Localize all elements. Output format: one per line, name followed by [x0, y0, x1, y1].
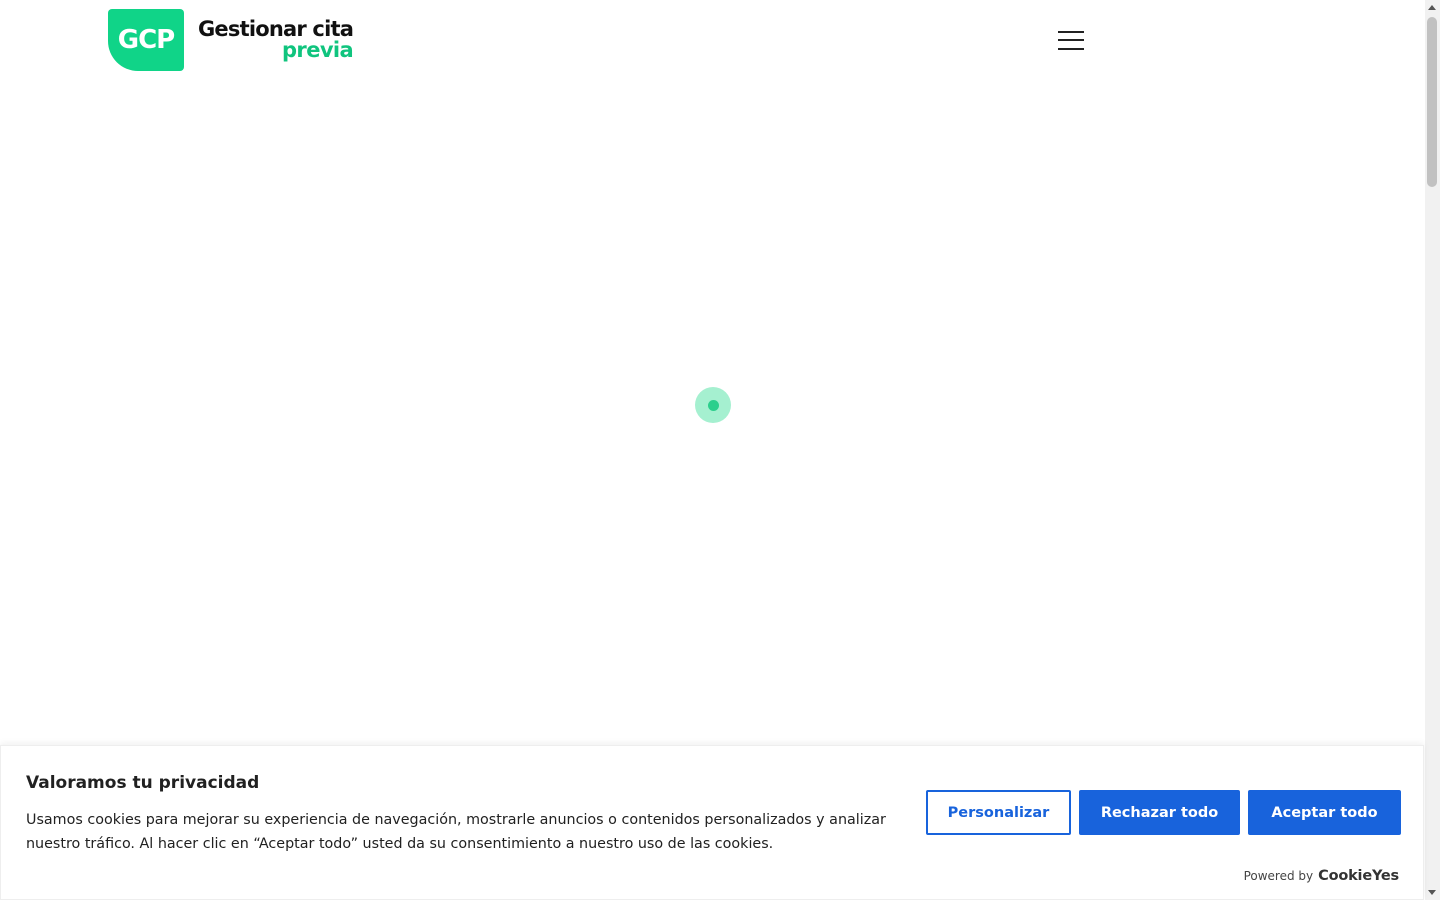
- logo-subtitle: previa: [282, 38, 354, 62]
- logo-mark-text: GCP: [117, 25, 175, 55]
- logo-title: Gestionar cita: [198, 17, 354, 41]
- cookieyes-logo-link[interactable]: CookieYes: [1318, 868, 1399, 884]
- logo-text: Gestionar cita previa: [198, 17, 354, 62]
- menu-bar-middle: [1058, 39, 1084, 41]
- menu-bar-bottom: [1058, 48, 1084, 50]
- reject-all-button[interactable]: Rechazar todo: [1079, 790, 1240, 835]
- powered-by: Powered by CookieYes: [1243, 868, 1400, 884]
- vertical-scrollbar[interactable]: [1425, 0, 1440, 900]
- cookie-consent-banner: Valoramos tu privacidad Usamos cookies p…: [0, 745, 1424, 900]
- scrollbar-thumb[interactable]: [1427, 17, 1437, 187]
- site-header: GCP Gestionar cita previa: [0, 0, 1425, 80]
- loading-spinner-icon: [695, 387, 731, 423]
- scroll-up-arrow-icon[interactable]: [1428, 5, 1436, 10]
- site-logo-link[interactable]: GCP Gestionar cita previa: [108, 9, 354, 71]
- scroll-down-arrow-icon[interactable]: [1428, 890, 1436, 895]
- page: GCP Gestionar cita previa Valoramos tu p…: [0, 0, 1440, 900]
- logo-mark: GCP: [108, 9, 184, 71]
- customize-button[interactable]: Personalizar: [926, 790, 1071, 835]
- hamburger-menu-icon[interactable]: [1058, 29, 1084, 51]
- menu-bar-top: [1058, 31, 1084, 33]
- accept-all-button[interactable]: Aceptar todo: [1248, 790, 1401, 835]
- loading-spinner-dot: [707, 399, 719, 411]
- cookie-banner-title: Valoramos tu privacidad: [26, 773, 260, 793]
- powered-by-label: Powered by: [1243, 869, 1314, 883]
- cookie-banner-description: Usamos cookies para mejorar su experienc…: [26, 812, 886, 852]
